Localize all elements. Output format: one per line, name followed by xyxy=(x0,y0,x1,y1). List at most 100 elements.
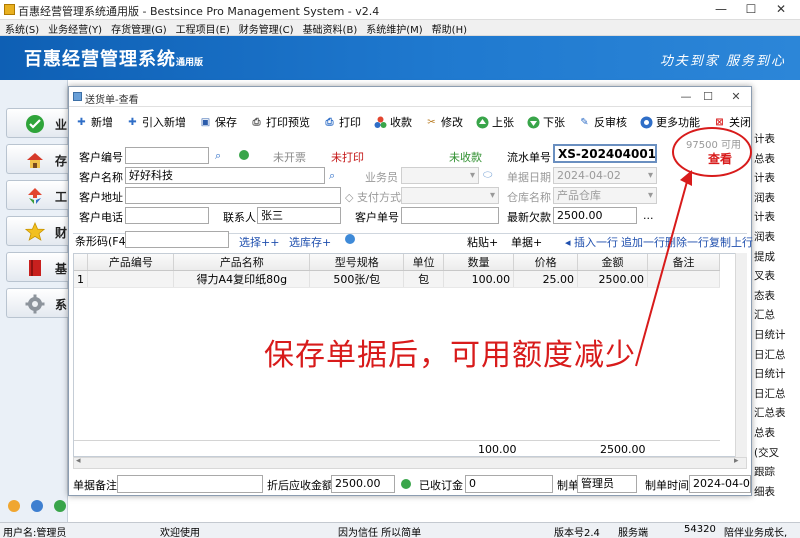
select-plus-button[interactable]: 选择++ xyxy=(239,234,279,250)
report-item[interactable]: 日统计 xyxy=(752,326,800,346)
customer-name-input[interactable]: 好好科技 xyxy=(125,167,325,184)
grid-header[interactable]: 单位 xyxy=(403,254,445,271)
contact-input[interactable]: 张三 xyxy=(257,207,341,224)
report-item[interactable]: 计表 xyxy=(752,208,800,228)
report-item[interactable]: 跟踪 xyxy=(752,463,800,483)
customer-code-label: 客户编号 xyxy=(79,151,123,164)
make-time-input[interactable]: 2024-04-02 16 xyxy=(689,475,751,493)
dialog-minimize-icon[interactable]: — xyxy=(675,89,697,105)
save-button[interactable]: ▣ 保存 xyxy=(199,114,237,130)
maker-input[interactable]: 管理员 xyxy=(577,475,637,493)
customer-address-input[interactable] xyxy=(125,187,341,204)
menu-help[interactable]: 帮助(H) xyxy=(427,20,471,36)
nav-project[interactable]: 工 xyxy=(6,180,68,210)
deposit-input[interactable]: 0 xyxy=(465,475,553,493)
report-item[interactable]: 日汇总 xyxy=(752,346,800,366)
grid-horizontal-scrollbar[interactable]: ◂ ▸ xyxy=(73,456,747,469)
edit-button[interactable]: ✂ 修改 xyxy=(425,114,463,130)
receivable-input[interactable]: 2500.00 xyxy=(331,475,395,493)
grid-header[interactable]: 产品编号 xyxy=(87,254,175,271)
more-functions-button[interactable]: 更多功能 xyxy=(640,114,700,130)
link-icon[interactable]: ⬭ xyxy=(483,168,492,182)
customer-phone-input[interactable] xyxy=(125,207,209,224)
cell-spec[interactable]: 500张/包 xyxy=(309,270,405,288)
dialog-maximize-icon[interactable]: ☐ xyxy=(697,89,719,105)
scroll-right-icon[interactable]: ▸ xyxy=(734,456,739,466)
report-item[interactable]: (交叉 xyxy=(752,444,800,464)
collect-payment-button[interactable]: 收款 xyxy=(374,114,412,130)
print-preview-button[interactable]: ⎙ 打印预览 xyxy=(250,114,311,130)
report-item[interactable]: 态表 xyxy=(752,287,800,307)
report-item[interactable]: 总表 xyxy=(752,424,800,444)
receivable-label: 折后应收金额 xyxy=(267,479,333,492)
nav-inventory[interactable]: 存 xyxy=(6,144,68,174)
barcode-input[interactable] xyxy=(125,231,229,248)
menu-basic-data[interactable]: 基础资料(B) xyxy=(298,20,362,36)
scroll-left-icon[interactable]: ◂ xyxy=(76,456,81,466)
print-button[interactable]: ⎙ 打印 xyxy=(323,114,362,130)
dialog-icon xyxy=(73,92,82,101)
menu-system[interactable]: 系统(S) xyxy=(0,20,43,36)
insert-row-button[interactable]: ◂ 插入一行 xyxy=(565,234,618,250)
lock-icon[interactable] xyxy=(8,500,20,512)
info-icon[interactable] xyxy=(31,500,43,512)
status-unissued: 未开票 xyxy=(273,151,306,164)
import-new-button[interactable]: ✚ 引入新增 xyxy=(126,114,186,130)
report-item[interactable]: 叉表 xyxy=(752,267,800,287)
new-button[interactable]: ✚ 新增 xyxy=(75,114,113,130)
lookup-icon[interactable]: ⌕ xyxy=(215,149,221,163)
cell-product-code[interactable] xyxy=(87,270,175,288)
refresh-icon[interactable] xyxy=(54,500,66,512)
remark-input[interactable] xyxy=(117,475,263,493)
previous-button[interactable]: 上张 xyxy=(476,114,514,130)
grid-vertical-scrollbar[interactable] xyxy=(735,253,747,457)
app-icon xyxy=(4,4,15,15)
nav-system[interactable]: 系 xyxy=(6,288,68,318)
report-item[interactable]: 汇总表 xyxy=(752,404,800,424)
customer-code-input[interactable] xyxy=(125,147,209,164)
report-item[interactable]: 计表 xyxy=(752,130,800,150)
serial-input[interactable]: XS-202404001 xyxy=(553,144,657,163)
report-item[interactable]: 汇总 xyxy=(752,306,800,326)
report-item[interactable]: 计表 xyxy=(752,169,800,189)
report-item[interactable]: 润表 xyxy=(752,228,800,248)
menu-business[interactable]: 业务经营(Y) xyxy=(43,20,106,36)
cell-quantity[interactable]: 100.00 xyxy=(443,270,515,288)
maximize-icon[interactable]: ☐ xyxy=(736,1,766,18)
report-item[interactable]: 日汇总 xyxy=(752,385,800,405)
nav-business[interactable]: 业 xyxy=(6,108,68,138)
grid-header[interactable]: 价格 xyxy=(513,254,579,271)
paste-button[interactable]: 粘贴+ xyxy=(467,234,498,250)
report-item[interactable]: 总表 xyxy=(752,150,800,170)
minimize-icon[interactable]: — xyxy=(706,1,736,18)
globe-icon[interactable] xyxy=(345,234,355,244)
menu-inventory[interactable]: 存货管理(G) xyxy=(106,20,171,36)
salesman-select[interactable] xyxy=(401,167,479,184)
nav-basic-data[interactable]: 基 xyxy=(6,252,68,282)
grid-header[interactable]: 产品名称 xyxy=(173,254,311,271)
report-item[interactable]: 细表 xyxy=(752,483,800,503)
select-stock-button[interactable]: 选库存+ xyxy=(289,234,331,250)
cell-price[interactable]: 25.00 xyxy=(513,270,579,288)
grid-header[interactable]: 型号规格 xyxy=(309,254,405,271)
menu-finance[interactable]: 财务管理(C) xyxy=(234,20,298,36)
nav-finance[interactable]: 财 xyxy=(6,216,68,246)
lookup-icon[interactable]: ⌕ xyxy=(329,169,335,183)
report-item[interactable]: 润表 xyxy=(752,189,800,209)
report-item[interactable]: 提成 xyxy=(752,248,800,268)
copy-row-button[interactable]: 复制上行 xyxy=(709,234,753,250)
report-item[interactable]: 日统计 xyxy=(752,365,800,385)
payment-method-select[interactable] xyxy=(401,187,499,204)
dialog-close-icon[interactable]: ✕ xyxy=(725,89,747,105)
unit-plus-button[interactable]: 单据+ xyxy=(511,234,542,250)
grid-header[interactable]: 数量 xyxy=(443,254,515,271)
make-time-label: 制单时间 xyxy=(645,479,689,492)
cell-unit[interactable]: 包 xyxy=(403,270,445,288)
next-button[interactable]: 下张 xyxy=(527,114,565,130)
unapprove-button[interactable]: ✎ 反审核 xyxy=(578,114,627,130)
menu-maintenance[interactable]: 系统维护(M) xyxy=(361,20,426,36)
menu-project[interactable]: 工程项目(E) xyxy=(171,20,234,36)
customer-order-input[interactable] xyxy=(401,207,499,224)
cell-product-name[interactable]: 得力A4复印纸80g xyxy=(173,270,311,288)
close-icon[interactable]: ✕ xyxy=(766,1,796,18)
